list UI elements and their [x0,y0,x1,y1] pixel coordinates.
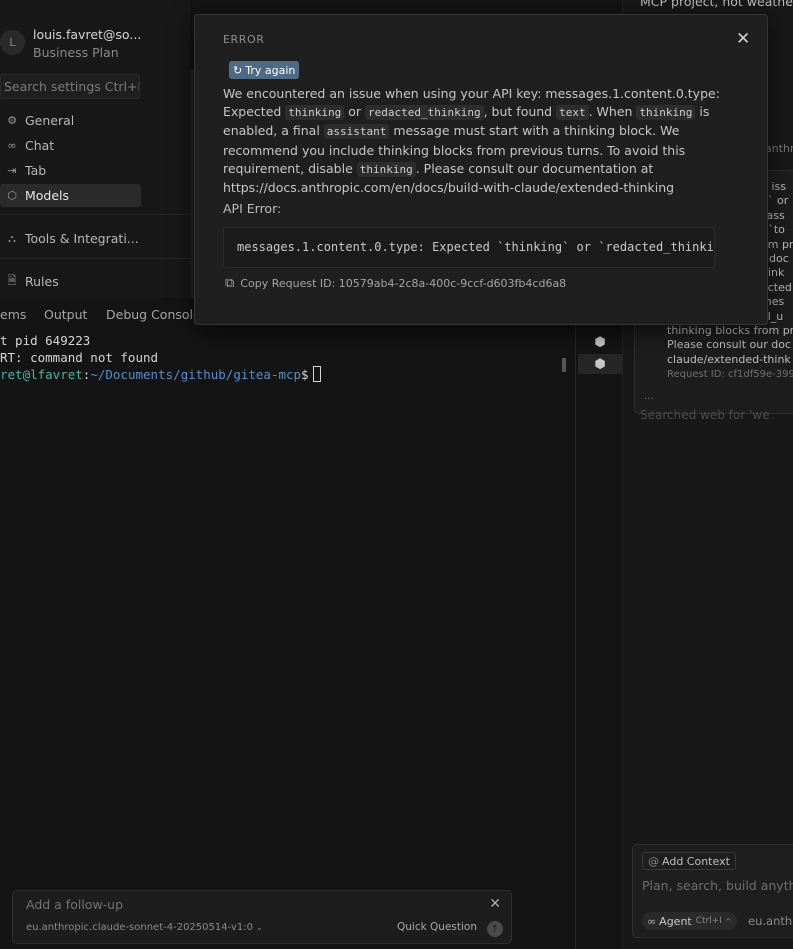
divider [0,214,190,215]
settings-search-input[interactable]: Search settings Ctrl+F [0,74,140,99]
followup-box: Add a follow-up ✕ eu.anthropic.claude-so… [12,890,512,944]
add-context-label: Add Context [662,854,730,868]
sidebar-item-label: Tools & Integrati... [25,231,139,246]
inline-code: text [556,105,589,121]
close-icon[interactable]: ✕ [736,29,750,49]
sidebar-item-models[interactable]: ⬡ Models [0,184,141,207]
sidebar-item-general[interactable]: ⚙ General [0,109,141,132]
terminal-list: ⬢ ⬢ [575,298,622,949]
prompt-user: ret@lfavret [0,367,83,382]
chevron-up-icon: ^ [724,916,732,926]
add-context-button[interactable]: @ Add Context [642,852,736,870]
chat-input[interactable]: Plan, search, build anythi [642,878,793,893]
terminal-instance-icon[interactable]: ⬢ [578,354,622,374]
infinity-icon: ∞ [7,139,17,152]
error-message: We encountered an issue when using your … [223,85,723,197]
cube-icon: ⬡ [7,189,17,202]
copy-icon: ⧉ [225,276,235,291]
terminal-prompt: ret@lfavret:~/Documents/github/gitea-mcp… [0,366,575,383]
close-icon[interactable]: ✕ [489,896,501,912]
tab-arrow-icon: ⇥ [7,164,17,177]
chat-message-text: MCP project, not weathe [640,0,793,9]
account-email: louis.favret@so... [33,27,142,42]
text: or [344,104,366,120]
account-plan: Business Plan [33,45,119,60]
searched-web-status: Searched web for 'we [640,408,770,422]
api-error-label: API Error: [223,201,282,216]
chat-error-line: claude/extended-think [667,352,791,366]
copy-request-id-label: Copy Request ID: 10579ab4-2c8a-400c-9ccf… [240,277,567,290]
sidebar-item-label: Rules [25,274,59,289]
tab-problems[interactable]: ems [0,307,26,322]
chevron-down-icon: ⌄ [255,923,263,932]
text: . When [588,104,637,120]
settings-sidebar: L louis.favret@so... Business Plan Searc… [0,0,190,298]
chat-error-line: Please consult our doc [667,338,791,352]
terminal-line: RT: command not found [0,350,159,365]
inline-code: thinking [636,105,696,121]
at-icon: @ [648,854,659,868]
chat-request-id: Request ID: cf1df59e-399 [667,369,793,380]
divider [0,258,190,259]
followup-model-selector[interactable]: eu.anthropic.claude-sonnet-4-20250514-v1… [26,922,263,933]
model-selector[interactable]: eu.anthr [748,914,793,928]
chat-error-line: thinking blocks from pr [667,324,793,338]
sidebar-item-label: General [25,113,75,128]
sidebar-item-chat[interactable]: ∞ Chat [0,134,141,157]
sidebar-item-label: Tab [25,163,47,178]
sidebar-item-rules[interactable]: 🗎 Rules [0,270,141,293]
agent-label: Agent [659,914,692,928]
copy-request-id-button[interactable]: ⧉ Copy Request ID: 10579ab4-2c8a-400c-9c… [225,276,566,291]
avatar[interactable]: L [0,30,25,55]
prompt-path: ~/Documents/github/gitea-mcp [90,367,302,382]
dialog-title: ERROR [223,33,265,46]
terminal[interactable]: t pid 649223 RT: command not found ret@l… [0,332,575,383]
terminal-scrollbar[interactable] [562,358,566,372]
try-again-button[interactable]: ↻ Try again [229,61,300,79]
inline-code: redacted_thinking [365,105,484,121]
api-error-code[interactable]: messages.1.content.0.type: Expected `thi… [223,227,715,268]
sidebar-item-label: Models [25,188,70,203]
chat-fragment: anthr [765,142,793,155]
inline-code: thinking [285,105,345,121]
more-icon[interactable]: ... [644,391,654,402]
network-icon: ⛬ [8,231,16,245]
error-dialog: ERROR ✕ ↻ Try again We encountered an is… [194,14,768,325]
text: , but found [483,104,557,120]
inline-code: thinking [356,161,416,177]
gear-icon: ⚙ [7,114,17,127]
agent-shortcut: Ctrl+I [695,916,722,926]
document-icon: 🗎 [7,274,17,287]
terminal-instance-icon[interactable]: ⬢ [578,332,622,352]
tab-output[interactable]: Output [44,307,87,322]
refresh-icon: ↻ [233,63,243,77]
model-label: eu.anthropic.claude-sonnet-4-20250514-v1… [26,922,253,933]
try-again-label: Try again [245,63,296,77]
tab-debug-console[interactable]: Debug Console [106,307,201,322]
quick-question-button[interactable]: Quick Question [397,921,477,933]
sidebar-item-tab[interactable]: ⇥ Tab [0,159,141,182]
infinity-icon: ∞ [647,914,657,928]
terminal-line: t pid 649223 [0,333,91,348]
followup-input[interactable]: Add a follow-up [26,897,123,912]
agent-mode-button[interactable]: ∞ Agent Ctrl+I ^ [642,912,737,930]
terminal-cursor [312,366,321,382]
chat-composer: @ Add Context Plan, search, build anythi… [632,844,793,938]
api-error-code-text: messages.1.content.0.type: Expected `thi… [237,240,714,254]
prompt-symbol: $ [301,367,309,382]
sidebar-item-tools[interactable]: ⛬ Tools & Integrati... [0,227,141,250]
inline-code: assistant [323,124,390,140]
send-icon[interactable]: ↑ [487,921,503,937]
sidebar-item-label: Chat [25,138,55,153]
